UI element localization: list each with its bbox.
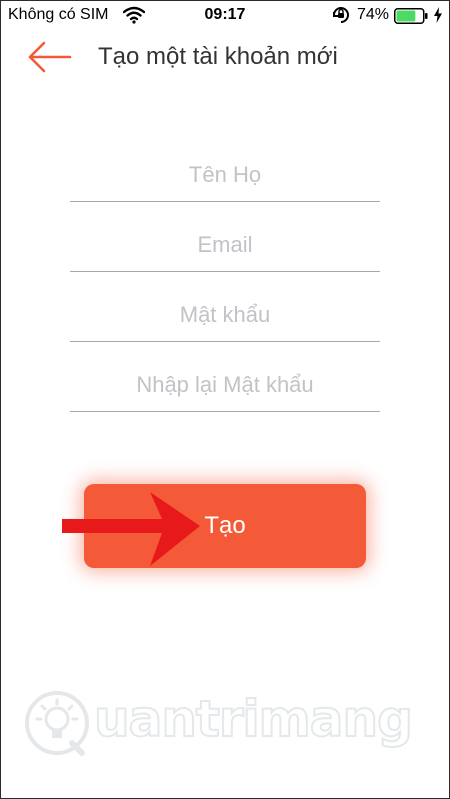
full-name-input[interactable] [70,152,380,198]
battery-icon [394,8,428,24]
full-name-field [70,152,380,202]
email-input[interactable] [70,222,380,268]
page-title: Tạo một tài khoản mới [98,43,338,70]
watermark: uantrimang [22,684,414,764]
password-field [70,292,380,342]
charging-icon [434,7,442,23]
arrow-left-icon[interactable] [26,40,72,74]
email-field [70,222,380,272]
confirm-password-input[interactable] [70,362,380,408]
battery-percent: 74% [357,6,390,23]
create-account-button[interactable]: Tạo [84,484,366,568]
status-bar: Không có SIM 09:17 74% [0,0,450,30]
watermark-text: uantrimang [93,689,414,749]
lightbulb-logo-icon [25,691,89,756]
confirm-password-field [70,362,380,412]
password-input[interactable] [70,292,380,338]
orientation-lock-icon [333,7,349,23]
